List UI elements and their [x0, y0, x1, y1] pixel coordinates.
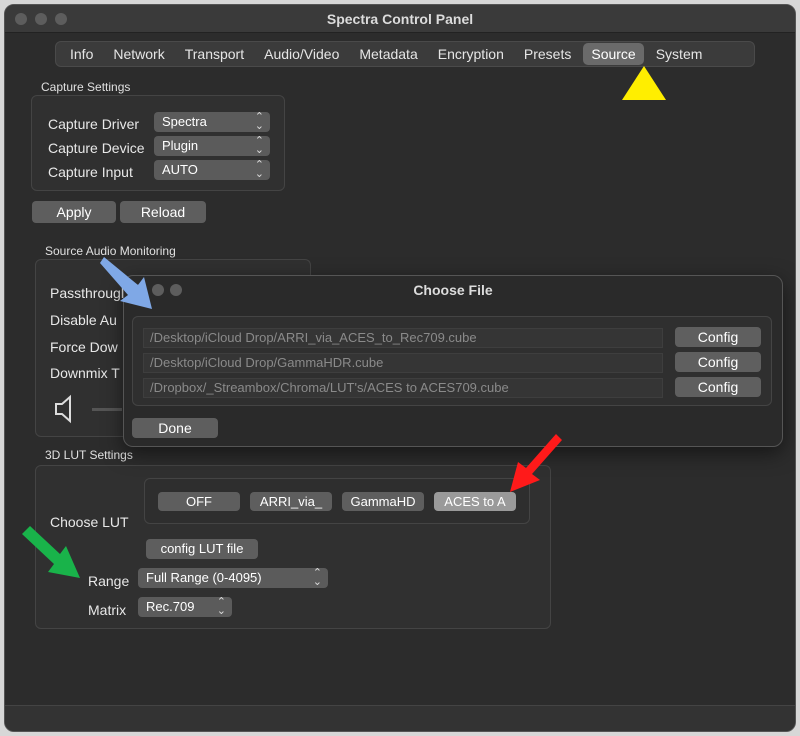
force-downmix-label: Force Dow	[50, 339, 118, 355]
capture-settings-title: Capture Settings	[41, 80, 131, 94]
tab-network[interactable]: Network	[105, 43, 172, 65]
lut-buttons-group: OFF ARRI_via_ GammaHD ACES to A	[144, 478, 530, 524]
chevron-updown-icon: ⌃ ⌄	[254, 159, 264, 180]
lut-settings-group: Choose LUT OFF ARRI_via_ GammaHD ACES to…	[35, 465, 551, 629]
capture-device-label: Capture Device	[48, 140, 145, 156]
green-arrow-icon	[22, 526, 80, 578]
disable-audio-label: Disable Au	[50, 312, 117, 328]
config-button-2[interactable]: Config	[675, 352, 761, 372]
lut-settings-title: 3D LUT Settings	[45, 448, 133, 462]
reload-button[interactable]: Reload	[120, 201, 206, 223]
blue-arrow-icon	[100, 257, 152, 309]
window-title: Spectra Control Panel	[326, 11, 474, 27]
config-lut-file-button[interactable]: config LUT file	[146, 539, 258, 559]
chevron-updown-icon: ⌃ ⌄	[254, 135, 264, 156]
lut-arri-button[interactable]: ARRI_via_	[250, 492, 332, 511]
tab-encryption[interactable]: Encryption	[430, 43, 512, 65]
range-label: Range	[88, 573, 130, 589]
lut-aces-button[interactable]: ACES to A	[434, 492, 516, 511]
volume-slider-track[interactable]	[92, 408, 122, 411]
lut-gammahdr-button[interactable]: GammaHD	[342, 492, 424, 511]
capture-device-value: Plugin	[162, 138, 199, 153]
lut-file-path-2[interactable]: /Desktop/iCloud Drop/GammaHDR.cube	[143, 353, 663, 373]
apply-button[interactable]: Apply	[32, 201, 116, 223]
main-window: Spectra Control Panel Info Network Trans…	[4, 4, 796, 732]
chevron-updown-icon: ⌃ ⌄	[216, 596, 226, 617]
tab-system[interactable]: System	[648, 43, 711, 65]
range-select[interactable]: Full Range (0-4095) ⌃ ⌄	[138, 568, 328, 588]
lut-off-button[interactable]: OFF	[158, 492, 240, 511]
capture-input-select[interactable]: AUTO ⌃ ⌄	[154, 160, 270, 180]
config-button-3[interactable]: Config	[675, 377, 761, 397]
lut-file-path-1[interactable]: /Desktop/iCloud Drop/ARRI_via_ACES_to_Re…	[143, 328, 663, 348]
capture-driver-select[interactable]: Spectra ⌃ ⌄	[154, 112, 270, 132]
downmix-type-label: Downmix T	[50, 365, 120, 381]
tab-info[interactable]: Info	[62, 43, 101, 65]
lut-file-list: /Desktop/iCloud Drop/ARRI_via_ACES_to_Re…	[132, 316, 772, 406]
lut-file-path-3[interactable]: /Dropbox/_Streambox/Chroma/LUT's/ACES to…	[143, 378, 663, 398]
yellow-arrow-icon	[622, 66, 666, 100]
config-button-1[interactable]: Config	[675, 327, 761, 347]
range-value: Full Range (0-4095)	[146, 570, 262, 585]
dialog-title: Choose File	[413, 282, 493, 298]
tab-audio-video[interactable]: Audio/Video	[256, 43, 347, 65]
capture-settings-group: Capture Driver Spectra ⌃ ⌄ Capture Device…	[31, 95, 285, 191]
capture-driver-value: Spectra	[162, 114, 207, 129]
title-bar: Spectra Control Panel	[5, 5, 795, 33]
done-button[interactable]: Done	[132, 418, 218, 438]
chevron-updown-icon: ⌃ ⌄	[312, 567, 322, 588]
red-arrow-icon	[510, 434, 562, 492]
tab-source[interactable]: Source	[583, 43, 644, 65]
tab-presets[interactable]: Presets	[516, 43, 579, 65]
matrix-select[interactable]: Rec.709 ⌃ ⌄	[138, 597, 232, 617]
tab-transport[interactable]: Transport	[177, 43, 252, 65]
chevron-updown-icon: ⌃ ⌄	[254, 111, 264, 132]
capture-input-label: Capture Input	[48, 164, 133, 180]
capture-driver-label: Capture Driver	[48, 116, 140, 132]
capture-input-value: AUTO	[162, 162, 198, 177]
tab-metadata[interactable]: Metadata	[351, 43, 425, 65]
window-bottom-bar	[5, 705, 795, 731]
choose-file-dialog: Choose File /Desktop/iCloud Drop/ARRI_vi…	[123, 275, 783, 447]
speaker-icon	[55, 394, 71, 424]
capture-device-select[interactable]: Plugin ⌃ ⌄	[154, 136, 270, 156]
matrix-value: Rec.709	[146, 599, 195, 614]
matrix-label: Matrix	[88, 602, 127, 618]
